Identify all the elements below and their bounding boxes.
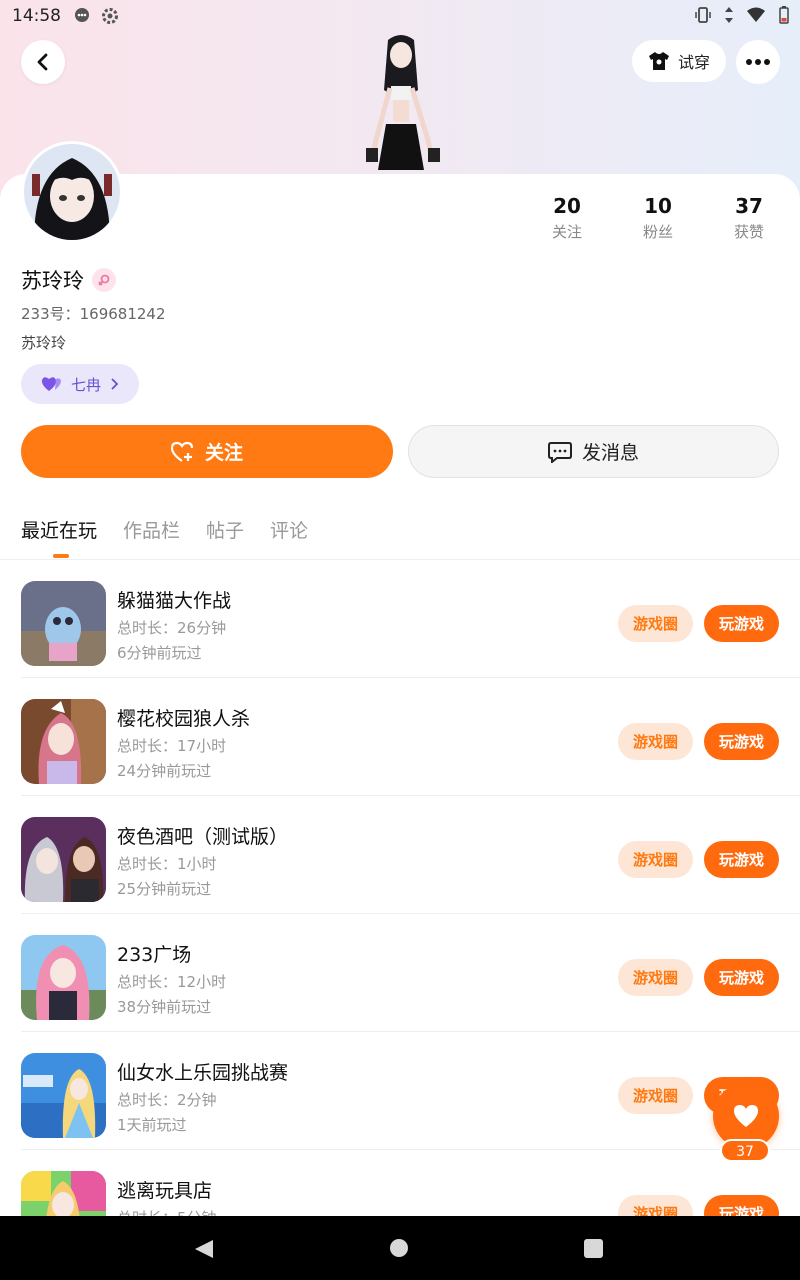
double-heart-icon [41, 377, 61, 391]
game-last-played: 6分钟前玩过 [117, 644, 202, 662]
status-bar: 14:58 [0, 0, 800, 32]
game-duration: 总时长：5分钟 [117, 1207, 217, 1216]
game-circle-button[interactable]: 游戏圈 [618, 1195, 693, 1216]
status-time: 14:58 [12, 6, 61, 26]
like-count-badge: 37 [720, 1139, 770, 1162]
list-item[interactable]: 樱花校园狼人杀 总时长：17小时 24分钟前玩过 游戏圈 玩游戏 [0, 678, 800, 796]
try-on-label: 试穿 [677, 53, 710, 72]
female-gender-icon [92, 268, 116, 292]
game-title: 逃离玩具店 [117, 1180, 213, 1202]
stat-likes[interactable]: 37 获赞 [714, 193, 784, 242]
game-last-played: 24分钟前玩过 [117, 762, 212, 780]
wifi-icon [747, 7, 765, 22]
username-text: 苏玲玲 [21, 269, 84, 293]
send-message-button[interactable]: 发消息 [408, 425, 779, 478]
game-last-played: 38分钟前玩过 [117, 998, 212, 1016]
game-duration: 总时长：2分钟 [117, 1091, 217, 1109]
chat-bubble-icon [547, 441, 572, 463]
game-title: 躲猫猫大作战 [117, 590, 232, 612]
profile-tabs: 最近在玩 作品栏 帖子 评论 [21, 516, 308, 543]
likes-label: 获赞 [733, 223, 764, 241]
game-circle-button[interactable]: 游戏圈 [618, 723, 693, 760]
more-dots-icon [746, 59, 770, 65]
status-right-icons [694, 6, 790, 24]
game-circle-button[interactable]: 游戏圈 [618, 959, 693, 996]
game-thumbnail[interactable] [21, 935, 106, 1020]
game-last-played: 25分钟前玩过 [117, 880, 212, 898]
heart-icon [734, 1105, 758, 1127]
settings-gear-icon [101, 7, 119, 25]
game-circle-button[interactable]: 游戏圈 [618, 605, 693, 642]
play-game-button[interactable]: 玩游戏 [704, 1195, 779, 1216]
battery-icon [779, 6, 789, 24]
tab-posts[interactable]: 帖子 [206, 516, 244, 543]
nav-home-icon[interactable] [390, 1239, 408, 1257]
play-game-button[interactable]: 玩游戏 [704, 959, 779, 996]
relationship-tag[interactable]: 七冉 [21, 364, 139, 404]
tab-comments[interactable]: 评论 [270, 516, 308, 543]
list-item[interactable]: 躲猫猫大作战 总时长：26分钟 6分钟前玩过 游戏圈 玩游戏 [0, 560, 800, 678]
username: 苏玲玲 [21, 265, 116, 295]
list-item[interactable]: 夜色酒吧（测试版） 总时长：1小时 25分钟前玩过 游戏圈 玩游戏 [0, 796, 800, 914]
game-duration: 总时长：1小时 [117, 855, 217, 873]
user-id: 233号：169681242 [21, 305, 166, 323]
list-item[interactable]: 仙女水上乐园挑战赛 总时长：2分钟 1天前玩过 游戏圈 玩游戏 [0, 1032, 800, 1150]
game-duration: 总时长：17小时 [117, 737, 227, 755]
data-arrows-icon [725, 7, 733, 23]
try-on-button[interactable]: 试穿 [632, 40, 726, 82]
list-item[interactable]: 233广场 总时长：12小时 38分钟前玩过 游戏圈 玩游戏 [0, 914, 800, 1032]
tab-recently-played[interactable]: 最近在玩 [21, 516, 97, 543]
game-duration: 总时长：12小时 [117, 973, 227, 991]
stat-following[interactable]: 20 关注 [532, 193, 602, 242]
likes-count: 37 [735, 194, 763, 218]
chevron-right-icon [111, 378, 119, 390]
followers-count: 10 [644, 194, 672, 218]
game-thumbnail[interactable] [21, 1053, 106, 1138]
tshirt-icon [648, 52, 669, 70]
game-title: 233广场 [117, 944, 192, 966]
play-game-button[interactable]: 玩游戏 [704, 723, 779, 760]
game-thumbnail[interactable] [21, 817, 106, 902]
chevron-left-icon [37, 53, 48, 71]
game-title: 夜色酒吧（测试版） [117, 826, 289, 848]
avatar[interactable] [21, 141, 123, 243]
nav-recents-icon[interactable] [584, 1239, 603, 1258]
nav-back-icon[interactable] [193, 1238, 215, 1260]
game-last-played: 1天前玩过 [117, 1116, 187, 1134]
game-thumbnail[interactable] [21, 581, 106, 666]
back-button[interactable] [21, 40, 65, 84]
follow-button-label: 关注 [204, 442, 243, 464]
game-title: 仙女水上乐园挑战赛 [117, 1062, 289, 1084]
game-duration: 总时长：26分钟 [117, 619, 227, 637]
game-circle-button[interactable]: 游戏圈 [618, 841, 693, 878]
game-thumbnail[interactable] [21, 699, 106, 784]
vibrate-icon [695, 7, 711, 23]
send-message-label: 发消息 [581, 442, 639, 464]
following-label: 关注 [551, 223, 582, 241]
game-circle-button[interactable]: 游戏圈 [618, 1077, 693, 1114]
recent-games-list: 躲猫猫大作战 总时长：26分钟 6分钟前玩过 游戏圈 玩游戏 樱花校园狼人杀 总… [0, 560, 800, 1216]
add-heart-icon [170, 441, 194, 462]
followers-label: 粉丝 [642, 223, 673, 241]
more-options-button[interactable] [736, 40, 780, 84]
notification-chat-icon [73, 7, 91, 25]
game-title: 樱花校园狼人杀 [117, 708, 251, 730]
follow-button[interactable]: 关注 [21, 425, 393, 478]
game-thumbnail[interactable] [21, 1171, 106, 1216]
play-game-button[interactable]: 玩游戏 [704, 841, 779, 878]
tab-works[interactable]: 作品栏 [123, 516, 180, 543]
relationship-tag-label: 七冉 [70, 375, 101, 394]
play-game-button[interactable]: 玩游戏 [704, 605, 779, 642]
3d-avatar-figure [348, 30, 454, 175]
user-bio: 苏玲玲 [21, 334, 67, 352]
system-navigation-bar [0, 1216, 800, 1280]
stat-followers[interactable]: 10 粉丝 [623, 193, 693, 242]
following-count: 20 [553, 194, 581, 218]
list-item[interactable]: 逃离玩具店 总时长：5分钟 游戏圈 玩游戏 [0, 1150, 800, 1216]
active-tab-indicator [53, 554, 69, 558]
